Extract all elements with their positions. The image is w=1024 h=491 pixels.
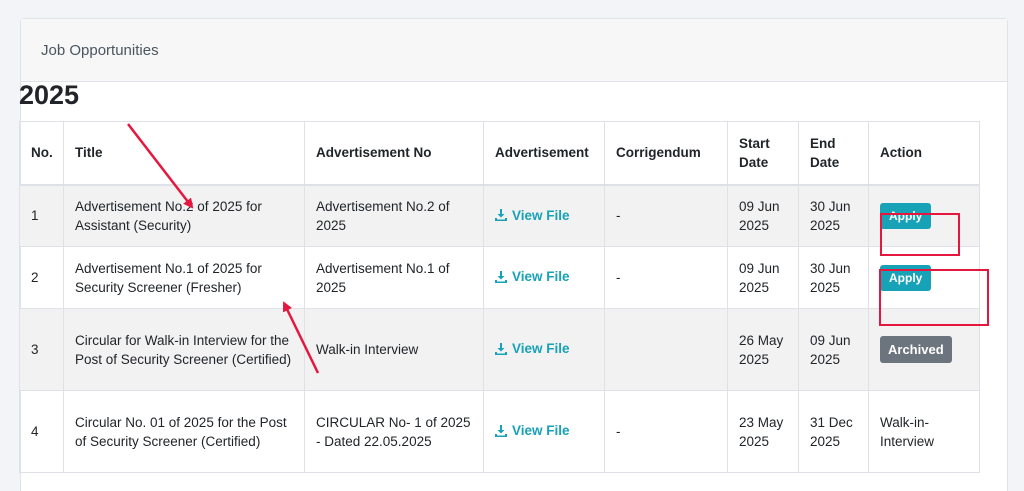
cell-action: Apply [868, 246, 980, 309]
view-file-label: View File [512, 269, 570, 285]
cell-end-date: 31 Dec 2025 [798, 390, 869, 473]
cell-advertisement: View File [483, 246, 605, 309]
col-header-adv-no: Advertisement No [304, 121, 484, 186]
col-header-start-date: Start Date [727, 121, 799, 186]
col-header-end-date: End Date [798, 121, 869, 186]
download-icon [495, 342, 507, 355]
card-header-title: Job Opportunities [41, 41, 159, 59]
jobs-table: No. Title Advertisement No Advertisement… [19, 121, 980, 473]
end-label-line2: Date [810, 154, 840, 170]
end-label-line1: End [810, 135, 836, 151]
col-header-advertisement: Advertisement [483, 121, 605, 186]
cell-no: 2 [19, 246, 64, 309]
cell-action: Archived [868, 308, 980, 391]
cell-adv-no: CIRCULAR No- 1 of 2025 - Dated 22.05.202… [304, 390, 484, 473]
table-row: 1 Advertisement No.2 of 2025 for Assista… [19, 184, 980, 247]
cell-title: Advertisement No.1 of 2025 for Security … [63, 246, 305, 309]
table-row: 2 Advertisement No.1 of 2025 for Securit… [19, 246, 980, 309]
start-label-line1: Start [739, 135, 770, 151]
archived-badge: Archived [880, 336, 952, 363]
cell-corrigendum: - [604, 246, 728, 309]
view-file-label: View File [512, 207, 570, 223]
cell-start-date: 23 May 2025 [727, 390, 799, 473]
download-icon [495, 424, 507, 437]
cell-no: 3 [19, 308, 64, 391]
cell-corrigendum: - [604, 184, 728, 247]
cell-advertisement: View File [483, 390, 605, 473]
view-file-label: View File [512, 423, 570, 439]
col-header-corrigendum: Corrigendum [604, 121, 728, 186]
cell-no: 4 [19, 390, 64, 473]
table-header-row: No. Title Advertisement No Advertisement… [19, 121, 980, 186]
view-file-link[interactable]: View File [495, 421, 570, 440]
view-file-link[interactable]: View File [495, 206, 570, 225]
start-label-line2: Date [739, 154, 769, 170]
cell-end-date: 30 Jun 2025 [798, 246, 869, 309]
view-file-label: View File [512, 341, 570, 357]
cell-end-date: 09 Jun 2025 [798, 308, 869, 391]
download-icon [495, 270, 507, 283]
year-heading: 2025 [19, 80, 80, 110]
cell-start-date: 26 May 2025 [727, 308, 799, 391]
apply-button[interactable]: Apply [880, 202, 932, 229]
cell-title: Circular No. 01 of 2025 for the Post of … [63, 390, 305, 473]
cell-advertisement: View File [483, 308, 605, 391]
cell-title: Advertisement No.2 of 2025 for Assistant… [63, 184, 305, 247]
cell-advertisement: View File [483, 184, 605, 247]
cell-action: Apply [868, 184, 980, 247]
cell-no: 1 [19, 184, 64, 247]
cell-corrigendum: - [604, 390, 728, 473]
card-header: Job Opportunities [21, 19, 1007, 82]
cell-corrigendum [604, 308, 728, 391]
table-row: 3 Circular for Walk-in Interview for the… [19, 308, 980, 391]
cell-action: Walk-in-Interview [868, 390, 980, 473]
apply-button[interactable]: Apply [880, 264, 932, 291]
view-file-link[interactable]: View File [495, 267, 570, 286]
col-header-title: Title [63, 121, 305, 186]
cell-start-date: 09 Jun 2025 [727, 184, 799, 247]
cell-start-date: 09 Jun 2025 [727, 246, 799, 309]
cell-adv-no: Advertisement No.1 of 2025 [304, 246, 484, 309]
col-header-no: No. [19, 121, 64, 186]
download-icon [495, 209, 507, 221]
view-file-link[interactable]: View File [495, 339, 570, 358]
cell-adv-no: Walk-in Interview [304, 308, 484, 391]
cell-adv-no: Advertisement No.2 of 2025 [304, 184, 484, 247]
col-header-action: Action [868, 121, 980, 186]
cell-title: Circular for Walk-in Interview for the P… [63, 308, 305, 391]
table-row: 4 Circular No. 01 of 2025 for the Post o… [19, 390, 980, 473]
cell-end-date: 30 Jun 2025 [798, 184, 869, 247]
